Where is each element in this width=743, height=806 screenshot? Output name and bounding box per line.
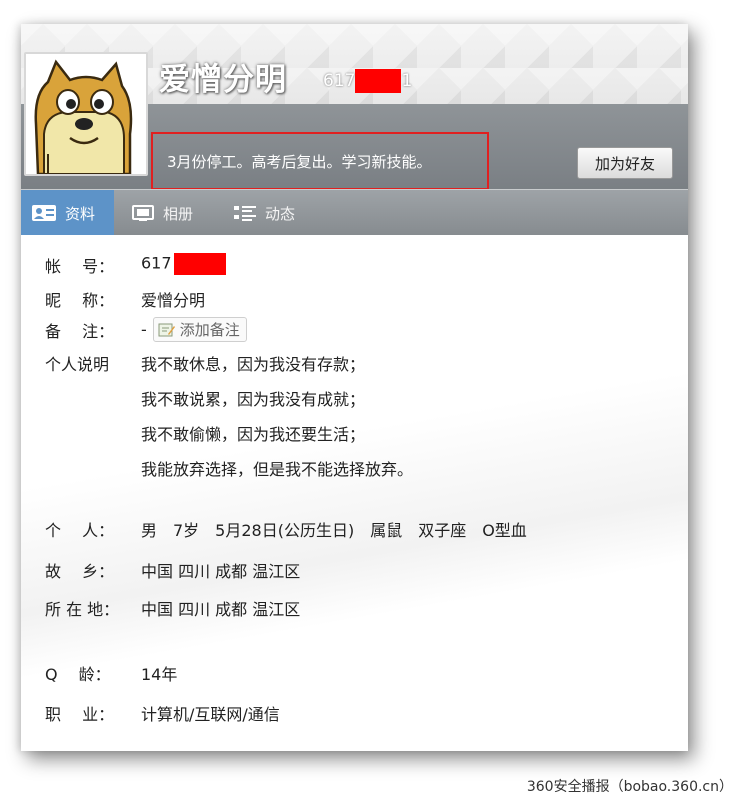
bio-line: 我不敢休息，因为我没有存款； <box>141 355 366 374</box>
doge-cartoon-avatar-icon <box>26 54 146 174</box>
detail-value: 14年 <box>141 665 178 684</box>
detail-row-remark: 备 注： - 添加备注 <box>45 317 247 342</box>
tab-profile[interactable]: 资料 <box>21 190 114 244</box>
bio-line: 我不敢偷懒，因为我还要生活； <box>141 425 366 444</box>
detail-row-nickname: 昵 称： 爱憎分明 <box>45 287 205 311</box>
detail-value: - <box>141 320 147 339</box>
detail-label: 故 乡： <box>45 562 115 581</box>
detail-value: 617 <box>141 253 226 277</box>
detail-row-q-age: Q 龄： 14年 <box>45 661 177 685</box>
bio-text: 我不敢休息，因为我没有存款； 我不敢说累，因为我没有成就； 我不敢偷懒，因为我还… <box>141 351 413 491</box>
account-suffix: 1 <box>401 71 413 91</box>
source-watermark: 360安全播报（bobao.360.cn） <box>526 779 733 795</box>
edit-note-icon <box>158 323 175 336</box>
detail-value: 计算机/互联网/通信 <box>141 705 280 724</box>
detail-value: 中国 四川 成都 温江区 <box>141 562 301 581</box>
detail-row-bio: 个人说明 我不敢休息，因为我没有存款； 我不敢说累，因为我没有成就； 我不敢偷懒… <box>45 351 413 491</box>
feed-list-icon <box>234 206 256 221</box>
profile-signature: 3月份停工。高考后复出。学习新技能。 <box>167 153 432 171</box>
bio-line: 我能放弃选择，但是我不能选择放弃。 <box>141 460 414 479</box>
detail-label: Q 龄： <box>45 665 111 684</box>
bio-line: 我不敢说累，因为我没有成就； <box>141 390 366 409</box>
detail-label: 个人说明 <box>45 355 110 374</box>
profile-nickname: 爱憎分明 <box>159 62 287 98</box>
detail-label: 个 人： <box>45 521 115 540</box>
detail-label: 备 注： <box>45 321 115 341</box>
detail-row-job: 职 业： 计算机/互联网/通信 <box>45 701 280 725</box>
profile-account-number: 617 1 <box>323 69 412 93</box>
detail-label: 帐 号： <box>45 257 115 276</box>
id-card-icon <box>32 205 56 221</box>
detail-value: 爱憎分明 <box>141 291 206 310</box>
add-remark-label: 添加备注 <box>179 321 240 339</box>
detail-label: 职 业： <box>45 705 115 724</box>
photo-album-icon <box>132 205 154 221</box>
detail-label: 昵 称： <box>45 291 115 310</box>
tab-label: 动态 <box>265 204 296 223</box>
detail-value: 中国 四川 成都 温江区 <box>141 600 301 619</box>
avatar[interactable] <box>24 52 148 176</box>
detail-row-hometown: 故 乡： 中国 四川 成都 温江区 <box>45 558 300 582</box>
redaction-mark <box>355 69 402 93</box>
add-friend-button[interactable]: 加为好友 <box>577 147 673 179</box>
redaction-mark <box>173 253 226 275</box>
detail-value: 男 7岁 5月28日(公历生日) 属鼠 双子座 O型血 <box>141 521 527 540</box>
detail-row-account: 帐 号： 617 <box>45 253 226 277</box>
profile-tabs: 资料 相册 动态 <box>21 189 688 244</box>
add-remark-button[interactable]: 添加备注 <box>152 317 247 342</box>
tab-label: 相册 <box>163 204 194 223</box>
tab-label: 资料 <box>65 204 96 223</box>
detail-row-location: 所 在 地： 中国 四川 成都 温江区 <box>45 596 300 620</box>
profile-details: 帐 号： 617 昵 称： 爱憎分明 备 注： - 添加备注 个人说明 我不敢休… <box>21 235 688 751</box>
profile-card: 爱憎分明 617 1 3月份停工。高考后复出。学习新技能。 加为好友 资料 相册 <box>21 24 688 751</box>
detail-label: 所 在 地： <box>45 600 120 619</box>
tab-album[interactable]: 相册 <box>131 190 193 236</box>
account-prefix: 617 <box>323 71 356 91</box>
tab-feed[interactable]: 动态 <box>233 190 295 236</box>
detail-row-personal: 个 人： 男 7岁 5月28日(公历生日) 属鼠 双子座 O型血 <box>45 517 527 541</box>
